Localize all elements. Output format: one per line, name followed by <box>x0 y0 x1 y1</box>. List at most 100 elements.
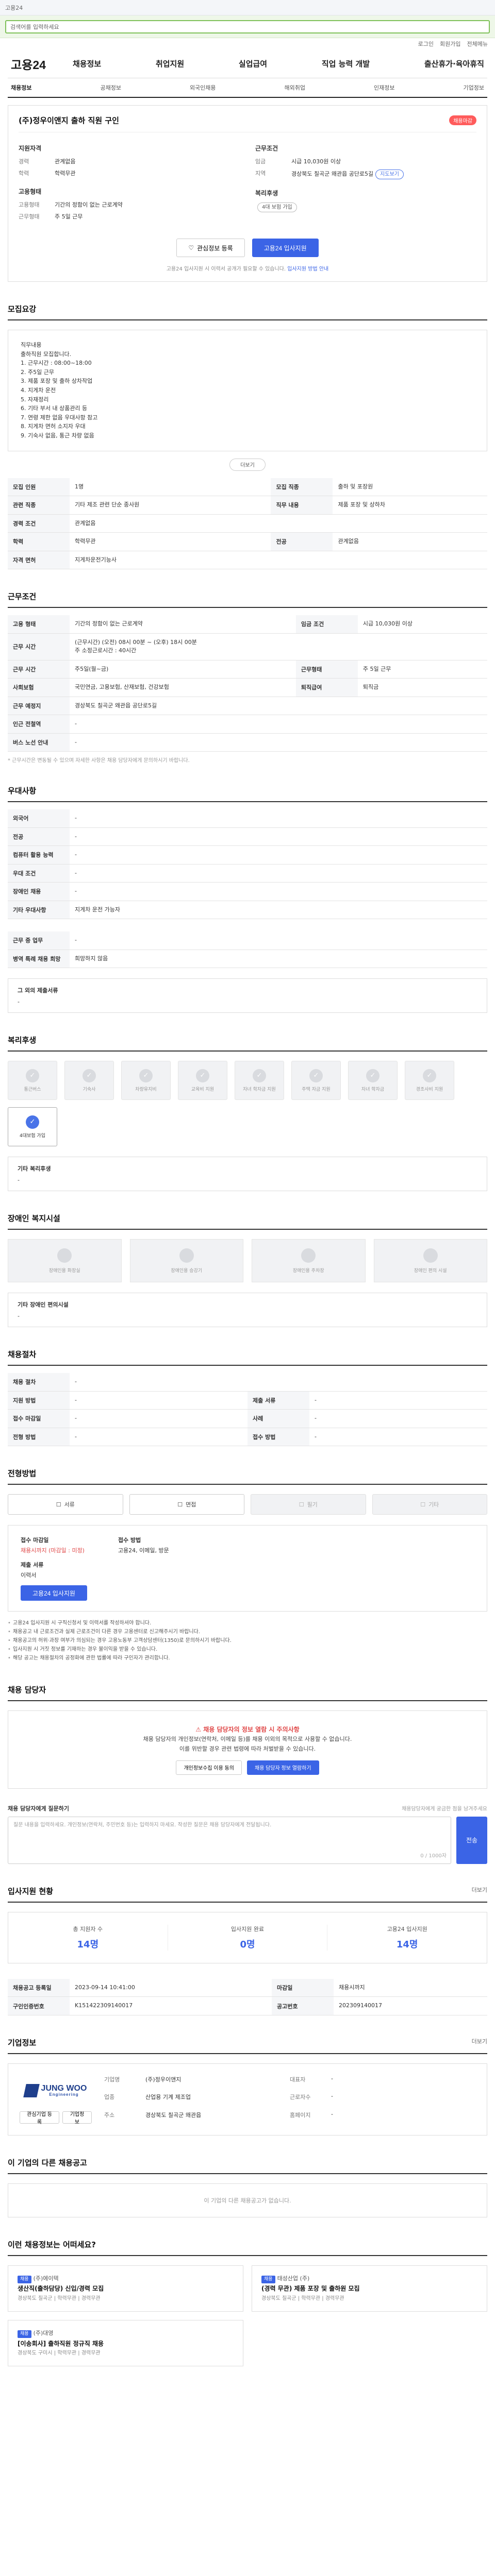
login-link[interactable]: 로그인 <box>418 40 434 48</box>
document-icon: ☐ <box>299 1501 304 1508</box>
recommend-card[interactable]: 채용 (주)에이텍 생산직(출하담당) 신입/경력 모집 경상북도 칠곡군 | 학력무… <box>8 2265 243 2312</box>
row-label: 퇴직급여 <box>295 678 358 697</box>
contact-warning: ⚠ 채용 담당자의 정보 열람 시 주의사항 <box>195 1726 300 1734</box>
site-logo[interactable]: 고용24 <box>11 55 73 73</box>
welfare-card: ✓ 경조사비 지원 <box>405 1061 454 1100</box>
view-contact-button[interactable]: 채용 담당자 정보 열람하기 <box>247 1760 319 1775</box>
welfare-card: ✓ 통근버스 <box>8 1061 57 1100</box>
logo-mark-icon <box>23 2083 40 2097</box>
more-button[interactable]: 더보기 <box>229 458 266 471</box>
section-title: 이런 채용정보는 어떠세요? <box>8 2239 487 2256</box>
recommend-tag: 채용 <box>261 2275 275 2284</box>
work-note: * 근무시간은 변동될 수 있으며 자세한 사항은 채용 담당자에게 문의하시기… <box>8 758 190 764</box>
apply-button-2[interactable]: 고용24 입사지원 <box>21 1585 87 1601</box>
accessibility-icon <box>179 1248 194 1263</box>
subnav-item[interactable]: 해외취업 <box>285 83 305 92</box>
row-label: 임금 조건 <box>295 615 358 634</box>
welfare-section: 복리후생 ✓ 통근버스 ✓ 기숙사 ✓ 차량유지비 ✓ 교육비 지원 ✓ 자녀 학자금 지원 ✓ 주택… <box>8 1035 487 1192</box>
map-pill[interactable]: 지도보기 <box>375 169 404 179</box>
row-value: 관계없음 <box>333 532 487 551</box>
row-label: 직무 내용 <box>271 496 333 515</box>
method-button: ☐ 기타 <box>372 1494 487 1515</box>
recommend-title[interactable]: [이송회사] 출하직원 정규직 채용 <box>18 2338 234 2349</box>
row-label: 경력 조건 <box>8 514 70 533</box>
stats-box: 총 지원자 수 14명 입사지원 완료 0명 고용24 입사지원 14명 <box>8 1911 487 1963</box>
company-name: (주)정우이앤지 <box>145 2076 182 2083</box>
method-buttons: ☐ 서류 ☐ 면접 ☐ 필기 ☐ 기타 <box>8 1494 487 1515</box>
stats-more-link[interactable]: 더보기 <box>472 1886 487 1894</box>
consent-button[interactable]: 개인정보수집 이용 동의 <box>176 1760 242 1775</box>
recommend-section: 이런 채용정보는 어떠세요? 채용 (주)에이텍 생산직(출하담당) 신입/경력 모… <box>8 2239 487 2366</box>
table-row: 근무 중 업무 - <box>8 931 487 950</box>
welfare-icon: ✓ <box>26 1115 39 1129</box>
table-row: 병역 특례 채용 희망 희망하지 않음 <box>8 950 487 969</box>
recommend-company: 채용 (주)대영 <box>18 2329 234 2338</box>
gnb-leave[interactable]: 출산휴가·육아휴직 <box>424 58 484 69</box>
recommend-company-name: 태성산업 (주) <box>277 2275 310 2282</box>
row-value: 채용시까지 <box>334 1978 487 1997</box>
char-count: 0 / 1000자 <box>420 1853 447 1859</box>
row-value: - <box>70 864 487 883</box>
recommend-title[interactable]: 생산직(출하담당) 신입/경력 모집 <box>18 2283 234 2294</box>
row-label: 사회보험 <box>8 678 70 697</box>
welfare-card: ✓ 자녀 학자금 지원 <box>235 1061 284 1100</box>
row-label: 외국어 <box>8 809 70 828</box>
table-row: 근무 예정지 경상북도 칠곡군 왜관읍 공단로5길 <box>8 697 487 716</box>
search-input[interactable]: 검색어를 입력하세요 <box>5 20 490 33</box>
gnb-support[interactable]: 취업지원 <box>156 58 184 69</box>
welfare-icon: ✓ <box>366 1069 380 1082</box>
table-row: 외국어 - <box>8 809 487 828</box>
apply-note: 고용24 입사지원 시 이력서 공개가 필요할 수 있습니다. 입사지원 방법 … <box>166 266 329 272</box>
row-value: 주5일(월~금) <box>70 660 296 679</box>
welfare-icon: ✓ <box>82 1069 96 1082</box>
gnb-unemployment[interactable]: 실업급여 <box>239 58 267 69</box>
company-box: JUNG WOO Engineering 관심기업 등록 기업정보 기업명 (주)정… <box>8 2063 487 2136</box>
table-row: 전공 - <box>8 827 487 846</box>
worktype-value: 주 5일 근무 <box>55 213 83 220</box>
disabled-label: 장애인 편의 시설 <box>414 1268 447 1274</box>
subnav-item[interactable]: 외국인채용 <box>190 83 216 92</box>
subnav-item[interactable]: 채용정보 <box>11 83 31 92</box>
method-label: 서류 <box>64 1501 75 1509</box>
row-label: 고용 형태 <box>8 615 70 634</box>
question-textarea[interactable]: 질문 내용을 입력하세요. 개인정보(연락처, 주민번호 등)는 입력하지 마세… <box>8 1816 451 1864</box>
welfare-card: ✓ 자녀 학자금 <box>348 1061 398 1100</box>
signup-link[interactable]: 회원가입 <box>440 40 460 48</box>
section-title: 전형방법 <box>8 1468 487 1485</box>
follow-company-button[interactable]: 관심기업 등록 <box>20 2111 60 2125</box>
qual-heading: 지원자격 <box>19 145 42 152</box>
recommend-card[interactable]: 채용 (주)대영 [이송회사] 출하직원 정규직 채용 경상북도 구미시 | 학력무관… <box>8 2319 243 2366</box>
recommend-card[interactable]: 채용 태성산업 (주) (경력 무관) 제품 포장 및 출하원 모집 경상북도 칠곡군… <box>252 2265 487 2312</box>
accessibility-icon <box>57 1248 72 1263</box>
welfare-icon: ✓ <box>309 1069 323 1082</box>
empty-state: 이 기업의 다른 채용공고가 없습니다. <box>8 2183 487 2217</box>
notice-item: 입사지원 시 거짓 정보를 기재하는 경우 불이익을 받을 수 있습니다. <box>8 1645 487 1654</box>
row-value: - <box>70 1409 248 1428</box>
company-more-link[interactable]: 더보기 <box>472 2037 487 2045</box>
gnb-training[interactable]: 직업 능력 개발 <box>322 58 370 69</box>
row-label: 채용 절차 <box>8 1373 70 1392</box>
subnav-item[interactable]: 인재정보 <box>374 83 394 92</box>
apply-guide-link[interactable]: 입사지원 방법 안내 <box>287 266 328 272</box>
wage-value: 시급 10,030원 이상 <box>291 158 341 165</box>
recommend-title[interactable]: (경력 무관) 제품 포장 및 출하원 모집 <box>261 2283 477 2294</box>
work-table: 고용 형태 기간의 정함이 없는 근로계약 임금 조건 시급 10,030원 이상 근무… <box>8 615 487 752</box>
recommend-company-name: (주)에이텍 <box>33 2275 59 2282</box>
subnav-item[interactable]: 기업정보 <box>463 83 484 92</box>
subnav-item[interactable]: 공채정보 <box>100 83 121 92</box>
all-menu-link[interactable]: 전체메뉴 <box>467 40 488 48</box>
stat-value: 14명 <box>396 1939 418 1950</box>
row-value: 관계없음 <box>70 514 487 533</box>
welfare-card: ✓ 차량유지비 <box>121 1061 171 1100</box>
welfare-card: ✓ 4대보험 가입 <box>8 1107 57 1147</box>
gnb-jobs[interactable]: 채용정보 <box>73 58 101 69</box>
row-value: - <box>70 1428 248 1447</box>
scrap-button[interactable]: ♡ 관심정보 등록 <box>176 239 245 257</box>
welfare-label: 자녀 학자금 <box>361 1087 385 1092</box>
row-label: 근무 예정지 <box>8 697 70 716</box>
company-info-button[interactable]: 기업정보 <box>62 2111 92 2125</box>
welfare-heading: 복리후생 <box>255 189 278 197</box>
send-button[interactable]: 전송 <box>456 1816 487 1864</box>
apply-button[interactable]: 고용24 입사지원 <box>252 239 319 257</box>
welfare-label: 4대보험 가입 <box>20 1133 45 1139</box>
